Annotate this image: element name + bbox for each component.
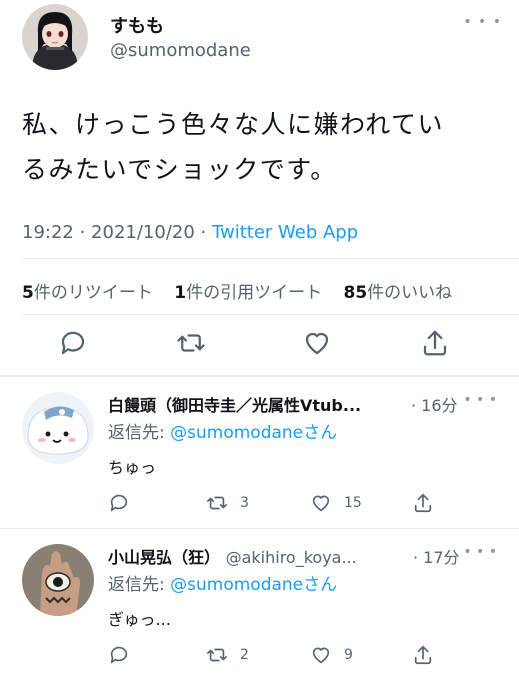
tweet-stats: 5件のリツイート 1件の引用ツイート 85件のいいね [22, 278, 468, 303]
author-name[interactable]: すもも [110, 12, 164, 38]
more-dots-icon[interactable]: • • • [463, 392, 497, 408]
retweet-count: 2 [240, 647, 249, 663]
like-icon[interactable] [302, 328, 332, 358]
like-button[interactable]: 9 [310, 642, 353, 668]
tweet-header: すもも @sumomodane • • • [22, 0, 502, 78]
tweet-time[interactable]: 19:22 [22, 222, 74, 243]
divider [0, 528, 519, 529]
reply-icon [110, 494, 128, 512]
reply-to-suffix: さん [303, 423, 338, 443]
reply-author-name[interactable]: 白饅頭（御田寺圭／光属性Vtub... [108, 392, 361, 416]
likes-label: 件のいいね [367, 283, 453, 303]
share-icon[interactable] [420, 328, 450, 358]
like-icon [312, 647, 330, 664]
retweet-count: 3 [240, 495, 249, 511]
reply-text: ぎゅっ... [108, 610, 171, 629]
retweet-button[interactable]: 3 [206, 490, 249, 516]
reply-author-display-name: 小山晃弘（狂） [108, 548, 221, 567]
tweet-text-line: るみたいでショックです。 [22, 155, 337, 184]
reply-avatar[interactable] [22, 392, 94, 464]
tweet-text: 私、けっこう色々な人に嫌われてい るみたいでショックです。 [22, 102, 502, 192]
share-icon [414, 645, 432, 665]
author-handle[interactable]: @sumomodane [110, 40, 251, 61]
divider [0, 375, 519, 377]
share-button[interactable] [412, 642, 446, 668]
reply-actions: 3 15 [108, 490, 438, 516]
like-icon [312, 495, 330, 512]
quotes-stat[interactable]: 1件の引用ツイート [174, 283, 338, 303]
reply-avatar[interactable] [22, 544, 94, 616]
meta-separator: · [194, 222, 212, 243]
reply-icon [110, 646, 128, 664]
more-dots-icon[interactable]: • • • [463, 14, 502, 30]
share-icon [414, 493, 432, 513]
reply-button[interactable] [108, 642, 142, 668]
meta-separator: · [73, 222, 92, 243]
retweet-icon [207, 496, 227, 510]
more-dots-icon[interactable]: • • • [463, 544, 497, 560]
share-button[interactable] [412, 490, 446, 516]
like-count: 9 [344, 647, 353, 663]
like-button[interactable]: 15 [310, 490, 362, 516]
tweet-actions [58, 328, 458, 364]
reply-button[interactable] [108, 490, 142, 516]
reply-author-name[interactable]: 小山晃弘（狂） @akihiro_koya... [108, 544, 357, 568]
quotes-count: 1 [174, 283, 187, 303]
reply-item[interactable]: 小山晃弘（狂） @akihiro_koya... · 17分 • • • 返信先… [0, 530, 519, 680]
reply-to-prefix: 返信先: [108, 575, 171, 595]
retweet-icon [207, 648, 227, 662]
reply-item[interactable]: 白饅頭（御田寺圭／光属性Vtub... · 16分 • • • 返信先: @su… [0, 378, 519, 528]
reply-icon[interactable] [58, 328, 88, 358]
reply-to-handle[interactable]: @sumomodane [170, 575, 303, 595]
reply-to-prefix: 返信先: [108, 423, 171, 443]
quotes-label: 件の引用ツイート [186, 283, 323, 303]
reply-to-suffix: さん [303, 575, 338, 595]
divider [22, 314, 519, 315]
retweets-count: 5 [22, 283, 34, 303]
reply-to: 返信先: @sumomodaneさん [108, 570, 337, 595]
author-avatar[interactable] [22, 4, 88, 70]
reply-to: 返信先: @sumomodaneさん [108, 418, 337, 443]
reply-actions: 2 9 [108, 642, 438, 668]
tweet-date[interactable]: 2021/10/20 [91, 222, 195, 243]
tweet-meta: 19:22 · 2021/10/20 · Twitter Web App [22, 222, 358, 243]
retweet-button[interactable]: 2 [206, 642, 249, 668]
likes-count: 85 [343, 283, 368, 303]
retweets-stat[interactable]: 5件のリツイート [22, 283, 169, 303]
tweet-text-line: 私、けっこう色々な人に嫌われてい [22, 110, 445, 139]
reply-author-handle: @akihiro_koya... [225, 548, 357, 567]
like-count: 15 [344, 495, 362, 511]
likes-stat[interactable]: 85件のいいね [344, 283, 469, 303]
tweet-source[interactable]: Twitter Web App [212, 222, 358, 243]
reply-time[interactable]: · 16分 [411, 392, 458, 416]
divider [22, 258, 519, 259]
retweets-label: 件のリツイート [33, 283, 153, 303]
retweet-icon[interactable] [176, 328, 206, 358]
reply-time[interactable]: · 17分 [413, 544, 460, 568]
reply-to-handle[interactable]: @sumomodane [170, 423, 303, 443]
reply-text: ちゅっ [108, 458, 157, 477]
